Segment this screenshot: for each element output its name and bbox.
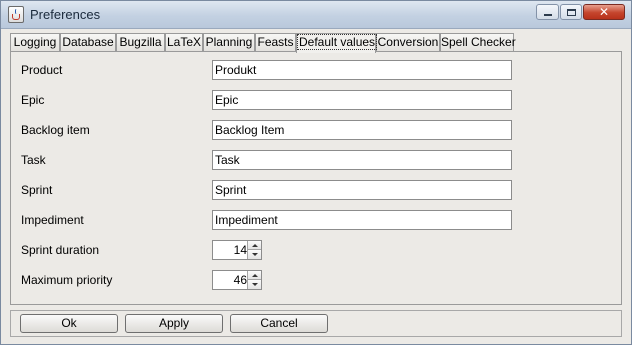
- sprint-duration-label: Sprint duration: [21, 243, 100, 257]
- close-button[interactable]: ✕: [583, 4, 625, 20]
- title-bar[interactable]: Preferences ✕: [1, 1, 631, 29]
- maximum-priority-value[interactable]: 46: [213, 271, 247, 289]
- window-title: Preferences: [30, 7, 101, 22]
- maximum-priority-decrement-button[interactable]: [247, 280, 261, 289]
- sprint-duration-increment-button[interactable]: [247, 241, 261, 250]
- impediment-label: Impediment: [21, 213, 84, 227]
- sprint-field[interactable]: Sprint: [212, 180, 512, 200]
- minimize-button[interactable]: [536, 4, 559, 20]
- maximum-priority-spinner: 46: [212, 270, 262, 290]
- dialog-button-bar: Ok Apply Cancel: [10, 310, 622, 337]
- java-app-icon: [8, 6, 24, 23]
- sprint-duration-decrement-button[interactable]: [247, 250, 261, 259]
- preferences-window: Preferences ✕ Logging Database Bugzilla …: [0, 0, 632, 345]
- tab-logging[interactable]: Logging: [10, 33, 60, 52]
- arrow-down-icon: [251, 283, 258, 286]
- close-icon: ✕: [598, 5, 610, 19]
- task-label: Task: [21, 153, 46, 167]
- tab-feasts[interactable]: Feasts: [255, 33, 296, 52]
- arrow-up-icon: [251, 243, 258, 247]
- backlog-item-field[interactable]: Backlog Item: [212, 120, 512, 140]
- maximize-button[interactable]: [560, 4, 582, 20]
- sprint-duration-spinner: 14: [212, 240, 262, 260]
- arrow-down-icon: [251, 253, 258, 256]
- tab-database[interactable]: Database: [60, 33, 116, 52]
- tab-spell-checker[interactable]: Spell Checker: [440, 33, 516, 52]
- tab-conversion[interactable]: Conversion: [376, 33, 440, 52]
- default-values-panel: Product Produkt Epic Epic Backlog item B…: [10, 51, 622, 305]
- tab-bugzilla[interactable]: Bugzilla: [116, 33, 165, 52]
- product-label: Product: [21, 63, 63, 77]
- maximize-icon: [566, 8, 576, 16]
- sprint-duration-value[interactable]: 14: [213, 241, 247, 259]
- maximum-priority-label: Maximum priority: [21, 273, 113, 287]
- task-field[interactable]: Task: [212, 150, 512, 170]
- impediment-field[interactable]: Impediment: [212, 210, 512, 230]
- apply-button[interactable]: Apply: [125, 314, 223, 333]
- epic-field[interactable]: Epic: [212, 90, 512, 110]
- product-field[interactable]: Produkt: [212, 60, 512, 80]
- tab-latex[interactable]: LaTeX: [165, 33, 203, 52]
- tab-bar: Logging Database Bugzilla LaTeX Planning…: [10, 33, 620, 53]
- maximum-priority-increment-button[interactable]: [247, 271, 261, 280]
- cancel-button[interactable]: Cancel: [230, 314, 328, 333]
- arrow-up-icon: [251, 273, 258, 277]
- ok-button[interactable]: Ok: [20, 314, 118, 333]
- minimize-icon: [543, 14, 552, 16]
- tab-default-values[interactable]: Default values: [296, 33, 378, 53]
- tab-planning[interactable]: Planning: [203, 33, 255, 52]
- backlog-item-label: Backlog item: [21, 123, 90, 137]
- epic-label: Epic: [21, 93, 45, 107]
- sprint-label: Sprint: [21, 183, 53, 197]
